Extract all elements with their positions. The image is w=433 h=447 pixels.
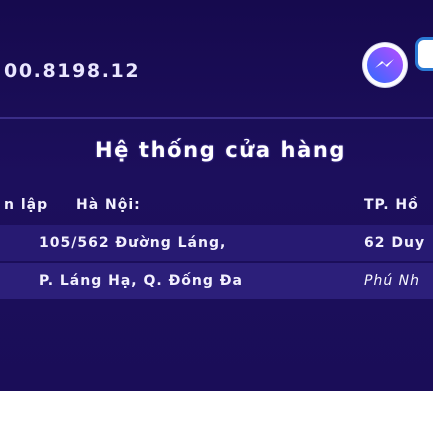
zalo-icon-glyph [415, 37, 433, 71]
store-row-right-city: TP. Hồ [364, 197, 419, 213]
store-row-city: Hà Nội: [76, 197, 141, 213]
store-section-title: Hệ thống cửa hàng [95, 138, 347, 162]
store-row: n lập Hà Nội: TP. Hồ [0, 187, 433, 223]
messenger-icon[interactable] [363, 43, 407, 87]
store-row-address[interactable]: 105/562 Đường Láng, [39, 225, 226, 261]
store-row: P. Láng Hạ, Q. Đống Đa Phú Nh [0, 263, 433, 299]
footer-contact-panel: 00.8198.12 Hệ thống cửa hàng n lập Hà Nộ… [0, 0, 433, 391]
store-row-address[interactable]: P. Láng Hạ, Q. Đống Đa [39, 263, 243, 299]
store-row-right-address[interactable]: 62 Duy [364, 225, 425, 261]
zalo-icon[interactable] [415, 37, 433, 71]
store-row-right-address[interactable]: Phú Nh [364, 263, 420, 299]
messenger-icon-glyph [367, 47, 403, 83]
phone-number[interactable]: 00.8198.12 [4, 60, 140, 82]
panel-divider [0, 117, 433, 119]
store-row: 105/562 Đường Láng, 62 Duy [0, 225, 433, 261]
store-row-prefix: n lập [4, 197, 49, 213]
